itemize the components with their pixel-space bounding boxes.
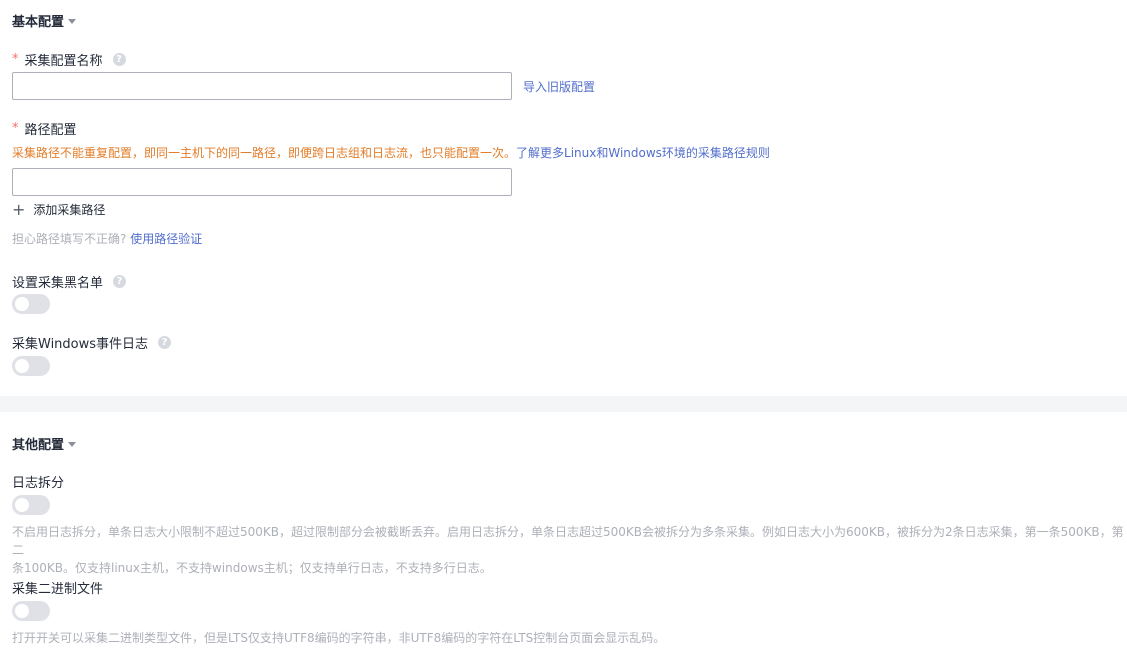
log-split-desc-line1: 不启用日志拆分，单条日志大小限制不超过500KB，超过限制部分会被截断丢弃。启用… [12, 525, 1124, 557]
toggle-knob [15, 297, 29, 311]
other-config-header[interactable]: 其他配置 [12, 434, 77, 453]
log-split-label: 日志拆分 [12, 472, 64, 491]
help-icon[interactable]: ? [113, 275, 127, 288]
windows-events-label: 采集Windows事件日志 ? [12, 333, 172, 352]
add-path-label: 添加采集路径 [33, 203, 106, 217]
windows-events-toggle[interactable] [12, 356, 50, 376]
add-path-button[interactable]: + 添加采集路径 [12, 201, 105, 218]
toggle-knob [15, 498, 29, 512]
basic-config-title: 基本配置 [12, 15, 65, 30]
log-split-description: 不启用日志拆分，单条日志大小限制不超过500KB，超过限制部分会被截断丢弃。启用… [12, 523, 1124, 577]
path-config-label: * 路径配置 [12, 119, 77, 138]
binary-label-text: 采集二进制文件 [12, 582, 104, 597]
toggle-knob [15, 359, 29, 373]
path-warning: 采集路径不能重复配置，即同一主机下的同一路径，即便跨日志组和日志流，也只能配置一… [12, 144, 770, 161]
plus-icon: + [12, 199, 26, 219]
path-hint-text: 担心路径填写不正确? [12, 232, 127, 246]
config-name-label: * 采集配置名称 ? [12, 50, 126, 69]
section-divider [0, 396, 1127, 412]
windows-events-label-text: 采集Windows事件日志 [12, 337, 149, 352]
caret-down-icon[interactable] [68, 19, 77, 24]
binary-label: 采集二进制文件 [12, 578, 103, 597]
other-config-title: 其他配置 [12, 438, 65, 453]
path-hint: 担心路径填写不正确? 使用路径验证 [12, 230, 202, 247]
binary-toggle[interactable] [12, 601, 50, 621]
required-marker: * [12, 52, 19, 67]
basic-config-header[interactable]: 基本配置 [12, 11, 77, 30]
help-icon[interactable]: ? [158, 336, 172, 349]
binary-description: 打开开关可以采集二进制类型文件，但是LTS仅支持UTF8编码的字符串，非UTF8… [12, 631, 666, 645]
caret-down-icon[interactable] [68, 442, 77, 447]
help-icon[interactable]: ? [112, 53, 126, 66]
path-warning-text: 采集路径不能重复配置，即同一主机下的同一路径，即便跨日志组和日志流，也只能配置一… [12, 146, 517, 160]
blacklist-label-text: 设置采集黑名单 [12, 276, 104, 291]
blacklist-toggle[interactable] [12, 294, 50, 314]
log-split-toggle[interactable] [12, 495, 50, 515]
toggle-knob [15, 604, 29, 618]
log-split-desc-line2: 条100KB。仅支持linux主机，不支持windows主机；仅支持单行日志，不… [12, 561, 492, 575]
path-verify-link[interactable]: 使用路径验证 [130, 232, 202, 246]
path-rules-link[interactable]: 了解更多Linux和Windows环境的采集路径规则 [516, 146, 770, 160]
log-split-label-text: 日志拆分 [12, 476, 65, 491]
config-name-label-text: 采集配置名称 [24, 54, 103, 69]
import-old-config-link[interactable]: 导入旧版配置 [523, 78, 595, 95]
path-input[interactable] [12, 168, 512, 196]
config-name-input[interactable] [12, 72, 512, 100]
path-config-label-text: 路径配置 [24, 123, 77, 138]
blacklist-label: 设置采集黑名单 ? [12, 272, 127, 291]
required-marker: * [12, 121, 19, 136]
